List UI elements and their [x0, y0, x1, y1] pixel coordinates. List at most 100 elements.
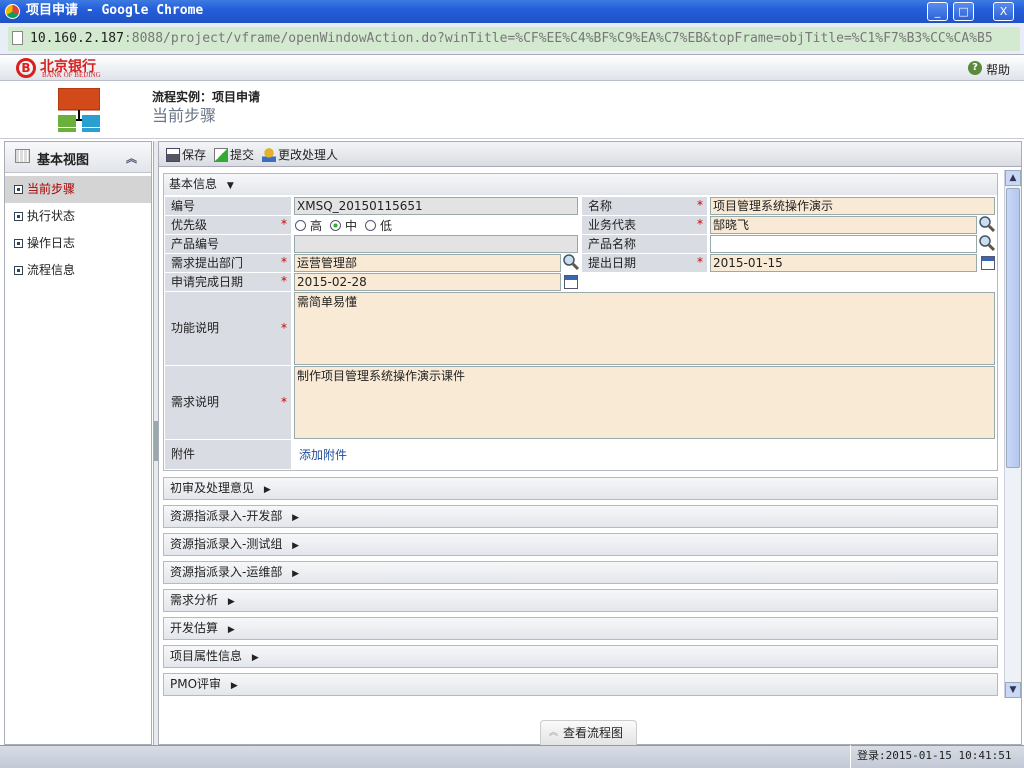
caret-right-icon: ▶	[263, 485, 271, 495]
submit-date-label: 提出日期	[582, 254, 707, 272]
required-star: *	[281, 217, 287, 231]
biz-rep-field[interactable]: 郜晓飞	[710, 216, 977, 234]
req-label: 需求说明	[165, 366, 291, 439]
section-dev-estimate[interactable]: 开发估算 ▶	[163, 617, 998, 640]
view-flowchart-tab[interactable]: ︽ 查看流程图	[540, 720, 637, 745]
basic-info-header[interactable]: 基本信息 ▼	[164, 174, 997, 195]
required-star: *	[281, 395, 287, 409]
search-icon[interactable]	[979, 235, 995, 251]
required-star: *	[697, 217, 703, 231]
sidebar-item-op-log[interactable]: 操作日志	[5, 230, 151, 257]
vertical-scrollbar[interactable]: ▲ ▼	[1004, 170, 1021, 698]
expand-up-icon: ︽	[549, 728, 559, 738]
product-name-field[interactable]	[710, 235, 977, 253]
minimize-button[interactable]: _	[927, 2, 948, 21]
func-label: 功能说明	[165, 292, 291, 365]
submit-date-field[interactable]: 2015-01-15	[710, 254, 977, 272]
section-project-attrs[interactable]: 项目属性信息 ▶	[163, 645, 998, 668]
finish-date-field[interactable]: 2015-02-28	[294, 273, 561, 291]
sidebar-item-label: 执行状态	[27, 209, 76, 223]
dept-label: 需求提出部门	[165, 254, 291, 272]
bank-logo-icon: B	[16, 58, 36, 78]
section-title: 初审及处理意见	[170, 481, 255, 495]
help-icon[interactable]: ?	[968, 61, 982, 75]
priority-label: 优先级	[165, 216, 291, 234]
section-title: 资源指派录入-开发部	[170, 509, 283, 523]
attach-label: 附件	[165, 440, 291, 469]
product-name-label: 产品名称	[582, 235, 707, 253]
change-handler-button[interactable]: 更改处理人	[262, 146, 338, 163]
section-ops-assign[interactable]: 资源指派录入-运维部 ▶	[163, 561, 998, 584]
dept-field[interactable]: 运营管理部	[294, 254, 561, 272]
sidebar-item-flow-info[interactable]: 流程信息	[5, 257, 151, 284]
brand-bar	[0, 55, 1024, 81]
sidebar-item-exec-status[interactable]: 执行状态	[5, 203, 151, 230]
bullet-icon	[14, 239, 23, 248]
func-textarea[interactable]: 需简单易懂	[294, 292, 995, 365]
save-button[interactable]: 保存	[166, 146, 206, 163]
section-pmo-review[interactable]: PMO评审 ▶	[163, 673, 998, 696]
url-field[interactable]: 10.160.2.187:8088/project/vframe/openWin…	[8, 27, 1020, 51]
section-test-assign[interactable]: 资源指派录入-测试组 ▶	[163, 533, 998, 556]
caret-right-icon: ▶	[292, 541, 300, 551]
workflow-icon	[58, 88, 100, 132]
required-star: *	[697, 255, 703, 269]
scroll-thumb[interactable]	[1006, 188, 1020, 468]
section-title: PMO评审	[170, 677, 222, 691]
brand-en: BANK OF BEIJING	[42, 71, 101, 79]
sidebar-header[interactable]: 基本视图 ︽	[5, 142, 151, 173]
change-handler-label: 更改处理人	[278, 148, 339, 162]
name-field[interactable]: 项目管理系统操作演示	[710, 197, 995, 215]
id-field: XMSQ_20150115651	[294, 197, 578, 215]
submit-button[interactable]: 提交	[214, 146, 254, 163]
required-star: *	[281, 321, 287, 335]
section-title: 项目属性信息	[170, 649, 243, 663]
priority-medium-radio[interactable]	[330, 220, 342, 231]
sidebar-item-label: 流程信息	[27, 263, 76, 277]
page-title: 当前步骤	[152, 106, 217, 125]
bullet-icon	[14, 185, 23, 194]
save-label: 保存	[182, 148, 207, 162]
finish-date-label: 申请完成日期	[165, 273, 291, 291]
required-star: *	[281, 274, 287, 288]
sidebar-item-current-step[interactable]: 当前步骤	[5, 176, 151, 203]
biz-rep-label: 业务代表	[582, 216, 707, 234]
search-icon[interactable]	[979, 216, 995, 232]
section-req-analysis[interactable]: 需求分析 ▶	[163, 589, 998, 612]
required-star: *	[281, 255, 287, 269]
close-button[interactable]: X	[993, 2, 1014, 21]
url-path: :8088/project/vframe/openWindowAction.do…	[123, 31, 993, 46]
page-icon	[12, 31, 23, 45]
calendar-icon[interactable]	[981, 256, 995, 270]
chrome-icon	[5, 4, 20, 19]
window-titlebar: 项目申请 - Google Chrome	[0, 0, 1024, 23]
section-initial-review[interactable]: 初审及处理意见 ▶	[163, 477, 998, 500]
calendar-icon[interactable]	[564, 275, 578, 289]
login-time: 登录:2015-01-15 10:41:51	[850, 745, 1011, 768]
req-textarea[interactable]: 制作项目管理系统操作演示课件	[294, 366, 995, 439]
sidebar-item-label: 当前步骤	[27, 182, 76, 196]
search-icon[interactable]	[563, 254, 579, 270]
section-title: 需求分析	[170, 593, 219, 607]
scroll-down-button[interactable]: ▼	[1005, 682, 1021, 698]
priority-low-radio[interactable]	[365, 220, 377, 231]
bullet-icon	[14, 266, 23, 275]
save-icon	[166, 147, 180, 162]
help-link[interactable]: 帮助	[986, 61, 1010, 78]
sidebar: 基本视图 ︽ 当前步骤 执行状态 操作日志 流程信息	[4, 141, 152, 745]
flowchart-label: 查看流程图	[563, 726, 624, 740]
caret-down-icon: ▼	[226, 181, 234, 191]
collapse-up-icon[interactable]: ︽	[126, 150, 137, 166]
add-attachment-link[interactable]: 添加附件	[299, 446, 347, 463]
url-host: 10.160.2.187	[30, 31, 124, 46]
scroll-up-button[interactable]: ▲	[1005, 170, 1021, 186]
maximize-button[interactable]: □	[953, 2, 974, 21]
user-edit-icon	[262, 147, 276, 162]
required-star: *	[697, 198, 703, 212]
caret-right-icon: ▶	[227, 625, 235, 635]
caret-right-icon: ▶	[227, 597, 235, 607]
priority-high-radio[interactable]	[295, 220, 306, 231]
id-label: 编号	[165, 197, 291, 215]
section-dev-assign[interactable]: 资源指派录入-开发部 ▶	[163, 505, 998, 528]
priority-radio-group: 高 中 低	[295, 217, 392, 234]
